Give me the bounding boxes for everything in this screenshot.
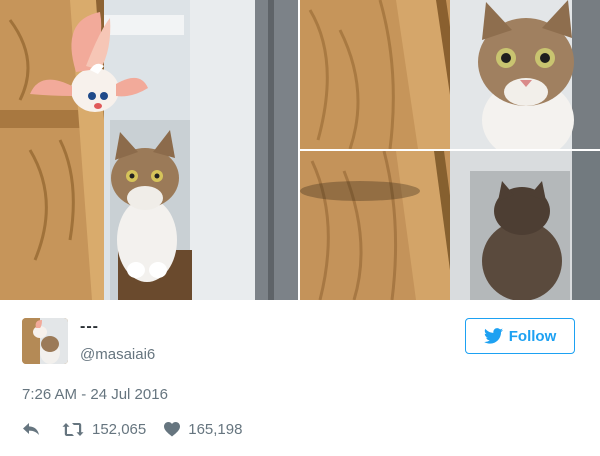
reply-button[interactable] (22, 422, 40, 436)
photo-cat-face[interactable] (300, 0, 600, 149)
tweet-media-grid (0, 0, 600, 300)
display-name[interactable]: --- (80, 318, 99, 336)
photo-cat-with-goldfish[interactable] (0, 0, 298, 300)
photo-top-right-image (300, 0, 600, 149)
tweet-timestamp[interactable]: 7:26 AM - 24 Jul 2016 (22, 386, 168, 403)
retweet-button[interactable]: 152,065 (62, 421, 146, 438)
photo-cat-in-dark[interactable] (300, 151, 600, 300)
twitter-bird-icon (483, 328, 503, 344)
like-count: 165,198 (188, 420, 243, 438)
tweet-card: --- @masaiai6 Follow 7:26 AM - 24 Jul 20… (0, 0, 600, 456)
avatar[interactable] (22, 318, 68, 364)
retweet-count: 152,065 (92, 420, 147, 438)
reply-arrow-icon (23, 423, 39, 435)
photo-bottom-right-image (300, 151, 600, 300)
photo-left-image (0, 0, 298, 300)
tweet-actions: 152,065 165,198 (22, 418, 242, 440)
avatar-image (22, 318, 68, 364)
follow-button[interactable]: Follow (465, 318, 575, 354)
user-handle[interactable]: @masaiai6 (80, 346, 155, 363)
follow-button-label: Follow (508, 327, 557, 345)
like-button[interactable]: 165,198 (164, 421, 242, 438)
retweet-icon (62, 422, 84, 436)
heart-icon (164, 421, 181, 436)
